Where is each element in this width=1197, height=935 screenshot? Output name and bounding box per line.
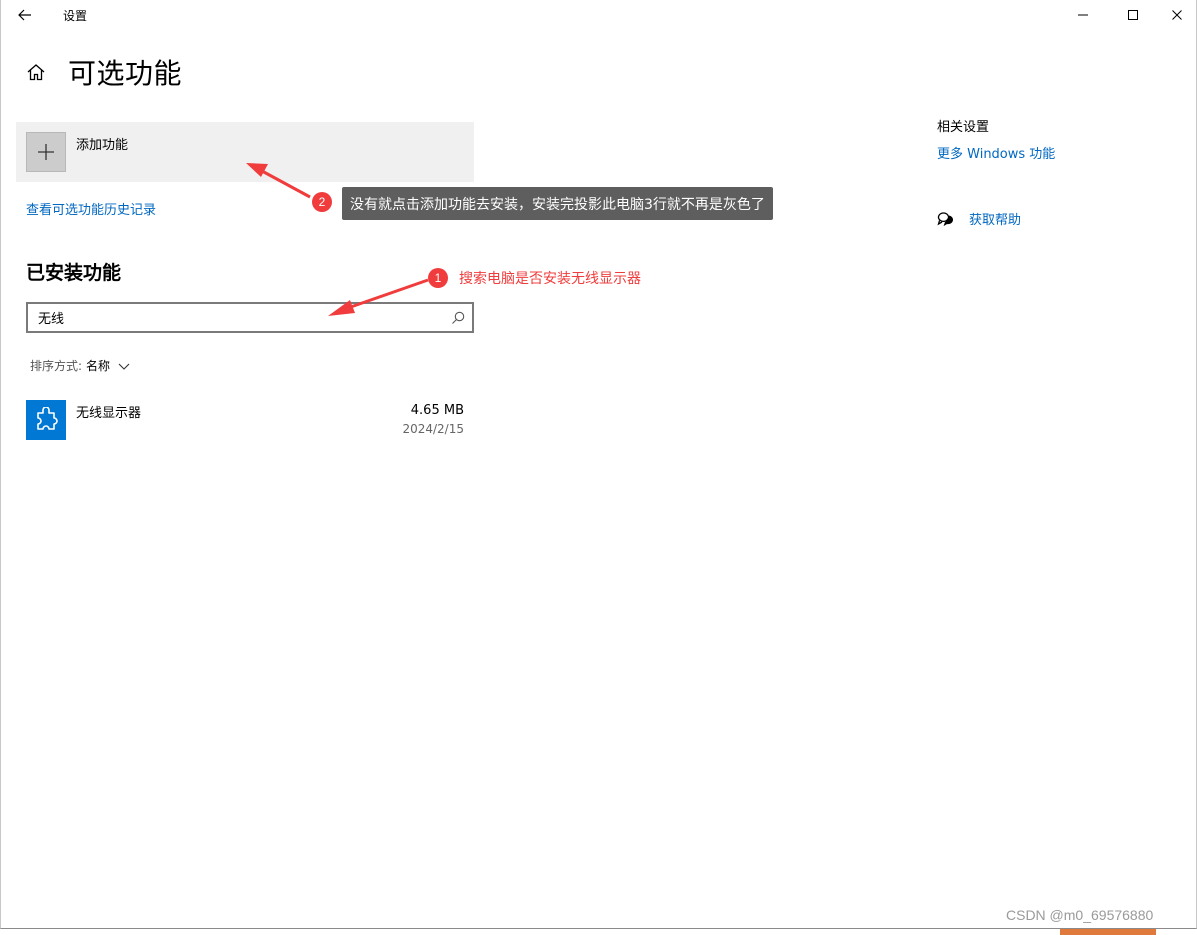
- window-title: 设置: [63, 9, 88, 23]
- more-windows-features-link[interactable]: 更多 Windows 功能: [937, 143, 1055, 162]
- sort-dropdown[interactable]: 排序方式: 名称: [30, 357, 130, 374]
- chevron-down-icon: [118, 363, 130, 370]
- watermark: CSDN @m0_69576880: [1006, 907, 1154, 923]
- search-box[interactable]: [26, 302, 474, 333]
- add-feature-label: 添加功能: [76, 138, 129, 153]
- background-strip: [0, 929, 1197, 935]
- background-orange-button: [1060, 929, 1156, 935]
- minimize-icon: [1078, 14, 1088, 16]
- sort-label: 排序方式:: [30, 359, 83, 373]
- home-icon: [27, 64, 45, 81]
- annotation-text-1: 搜索电脑是否安装无线显示器: [459, 271, 641, 287]
- annotation-badge-1: 1: [428, 268, 448, 288]
- plus-icon: [38, 144, 54, 160]
- chat-help-icon: [937, 211, 954, 226]
- feature-size: 4.65 MB: [410, 403, 464, 418]
- minimize-button[interactable]: [1060, 0, 1106, 30]
- history-link[interactable]: 查看可选功能历史记录: [26, 199, 156, 218]
- add-feature-button[interactable]: 添加功能: [16, 122, 474, 182]
- feature-icon-tile: [26, 400, 66, 440]
- feature-list-item[interactable]: 无线显示器 4.65 MB 2024/2/15: [26, 400, 474, 444]
- annotation-badge-2: 2: [312, 192, 332, 212]
- related-settings-title: 相关设置: [937, 120, 990, 135]
- maximize-button[interactable]: [1110, 0, 1156, 30]
- puzzle-piece-icon: [37, 407, 58, 430]
- home-button[interactable]: [23, 60, 49, 84]
- plus-box: [26, 132, 66, 172]
- back-arrow-icon: [18, 9, 31, 21]
- close-icon: [1172, 10, 1182, 20]
- search-input[interactable]: [28, 304, 438, 331]
- search-icon[interactable]: [450, 310, 466, 326]
- maximize-icon: [1128, 10, 1138, 20]
- annotation-text-2: 没有就点击添加功能去安装，安装完投影此电脑3行就不再是灰色了: [342, 187, 773, 220]
- installed-features-title: 已安装功能: [26, 262, 122, 284]
- page-title: 可选功能: [68, 57, 183, 90]
- get-help-label: 获取帮助: [969, 213, 1022, 228]
- close-button[interactable]: [1154, 0, 1197, 30]
- feature-date: 2024/2/15: [402, 422, 464, 436]
- get-help-link[interactable]: 获取帮助: [937, 209, 1021, 228]
- back-button[interactable]: [11, 4, 39, 26]
- sort-value: 名称: [86, 359, 111, 373]
- title-bar: 设置: [1, 0, 1196, 30]
- settings-window: 设置 可选功能 添加功能 查看可选功能历史记录 已安装功能 无线 排序方式: 名…: [0, 0, 1197, 929]
- feature-name: 无线显示器: [76, 406, 142, 421]
